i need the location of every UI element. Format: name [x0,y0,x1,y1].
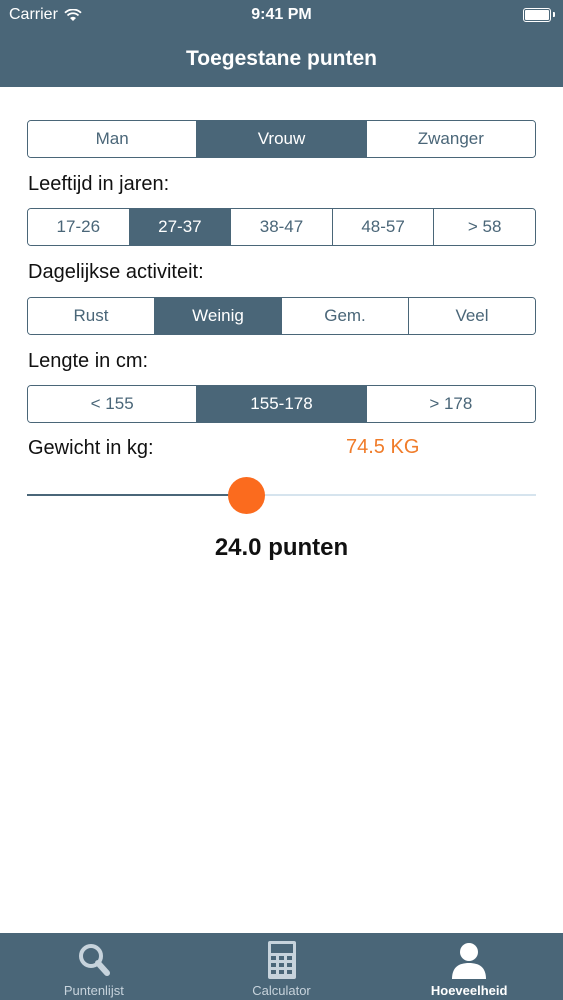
height-option-over-178[interactable]: > 178 [366,386,535,422]
activity-option-rust[interactable]: Rust [28,298,155,334]
gender-option-man[interactable]: Man [28,121,198,157]
slider-track-empty [246,494,536,496]
tab-bar: Puntenlijst Calculator Hoeveelheid [0,933,563,1000]
activity-label: Dagelijkse activiteit: [28,261,204,283]
calculator-icon [267,941,296,979]
age-option-58-plus[interactable]: > 58 [434,209,535,245]
height-segmented-control[interactable]: < 155 155-178 > 178 [27,385,536,423]
activity-option-veel[interactable]: Veel [409,298,535,334]
activity-option-weinig[interactable]: Weinig [155,298,282,334]
search-icon [78,944,110,976]
age-option-17-26[interactable]: 17-26 [28,209,130,245]
weight-value: 74.5 KG [346,436,420,458]
age-option-48-57[interactable]: 48-57 [332,209,435,245]
activity-segmented-control[interactable]: Rust Weinig Gem. Veel [27,297,536,335]
slider-thumb[interactable] [228,477,265,514]
person-icon [452,943,487,979]
age-label: Leeftijd in jaren: [28,173,170,195]
height-label: Lengte in cm: [28,350,149,372]
navigation-bar: Toegestane punten [0,30,563,87]
status-bar: Carrier 9:41 PM [0,0,563,30]
page-title: Toegestane punten [186,47,377,70]
weight-slider[interactable] [27,477,536,514]
age-segmented-control[interactable]: 17-26 27-37 38-47 48-57 > 58 [27,208,536,246]
tab-hoeveelheid-label: Hoeveelheid [430,983,508,998]
tab-puntenlijst[interactable]: Puntenlijst [0,933,188,1000]
age-option-27-37[interactable]: 27-37 [129,209,232,245]
tab-calculator-label: Calculator [252,983,311,998]
tab-hoeveelheid[interactable]: Hoeveelheid [375,933,563,1000]
gender-option-zwanger[interactable]: Zwanger [366,121,535,157]
age-option-38-47[interactable]: 38-47 [231,209,333,245]
tab-puntenlijst-label: Puntenlijst [63,983,124,998]
slider-track-filled [27,494,246,496]
height-option-155-178[interactable]: 155-178 [197,386,367,422]
gender-segmented-control[interactable]: Man Vrouw Zwanger [27,120,536,158]
gender-option-vrouw[interactable]: Vrouw [197,121,367,157]
tab-calculator[interactable]: Calculator [188,933,376,1000]
points-result: 24.0 punten [214,534,349,561]
activity-option-gem[interactable]: Gem. [282,298,409,334]
clock: 9:41 PM [251,6,312,23]
weight-label: Gewicht in kg: [28,437,154,459]
height-option-under-155[interactable]: < 155 [28,386,198,422]
battery-icon [523,8,555,22]
